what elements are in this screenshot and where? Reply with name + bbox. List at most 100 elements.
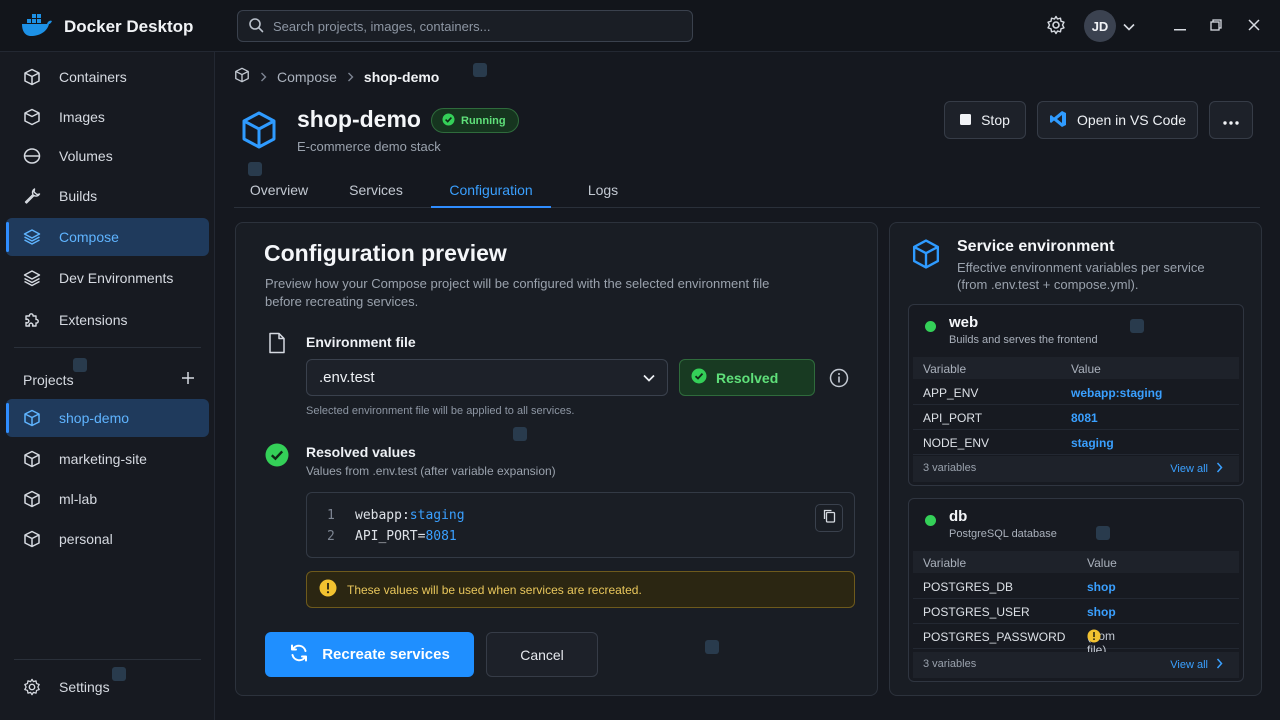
code-line: 1 webapp:staging	[327, 508, 465, 523]
settings-gear-button[interactable]	[1038, 8, 1074, 44]
docker-whale-icon	[20, 12, 54, 41]
project-label: personal	[59, 531, 113, 547]
sidebar-item-label: Compose	[59, 229, 119, 245]
sidebar-project-shop-demo[interactable]: shop-demo	[6, 399, 209, 437]
configuration-description: Preview how your Compose project will be…	[265, 276, 770, 309]
breadcrumb-compose-link[interactable]: Compose	[277, 69, 337, 85]
tab-configuration[interactable]: Configuration	[431, 176, 551, 208]
user-avatar[interactable]: JD	[1084, 10, 1116, 42]
sidebar-project-ml-lab[interactable]: ml-lab	[6, 480, 209, 518]
warning-icon[interactable]	[1087, 629, 1101, 646]
table-row: NODE_ENV staging	[913, 431, 1239, 455]
warning-icon	[319, 579, 337, 600]
project-label: marketing-site	[59, 451, 147, 467]
account-menu-button[interactable]	[1116, 8, 1142, 44]
search-box[interactable]	[237, 10, 693, 42]
watermark-mark	[248, 162, 262, 176]
table-row: POSTGRES_USER shop	[913, 600, 1239, 624]
image-layers-icon	[22, 107, 42, 127]
tab-overview[interactable]: Overview	[234, 176, 324, 208]
environment-file-hint: Selected environment file will be applie…	[306, 405, 575, 417]
sidebar-divider	[14, 659, 201, 660]
project-title: shop-demo	[297, 106, 421, 132]
cube-icon	[911, 238, 941, 273]
service-description: Builds and serves the frontend	[949, 334, 1098, 346]
code-line: 2 API_PORT=8081	[327, 529, 457, 544]
view-all-label: View all	[1170, 463, 1208, 475]
more-actions-button[interactable]	[1209, 101, 1253, 139]
sidebar-divider	[14, 347, 201, 348]
copy-button[interactable]	[815, 504, 843, 532]
chevron-down-icon	[1123, 18, 1135, 34]
sidebar-item-settings[interactable]: Settings	[6, 668, 209, 706]
title-bar: Docker Desktop JD	[0, 0, 1280, 52]
sidebar-item-extensions[interactable]: Extensions	[6, 301, 209, 339]
watermark-mark	[473, 63, 487, 77]
status-text: Running	[461, 114, 506, 127]
sidebar-item-label: Settings	[59, 679, 110, 695]
sidebar-item-images[interactable]: Images	[6, 98, 209, 136]
cube-icon	[22, 449, 42, 469]
service-description: PostgreSQL database	[949, 528, 1057, 540]
info-icon[interactable]	[829, 368, 849, 391]
variable-value: webapp:staging	[1071, 386, 1163, 400]
add-project-button[interactable]	[181, 371, 195, 388]
maximize-button[interactable]	[1200, 8, 1232, 44]
cube-icon	[22, 408, 42, 428]
column-value: Value	[1071, 362, 1101, 376]
tab-bar: Overview Services Configuration Logs	[234, 176, 1260, 208]
cancel-button[interactable]: Cancel	[486, 632, 598, 677]
sidebar-item-builds[interactable]: Builds	[6, 177, 209, 215]
variable-count: 3 variables	[923, 658, 977, 670]
view-all-link[interactable]: View all	[1170, 462, 1223, 476]
line-number: 1	[327, 508, 335, 523]
sidebar-item-containers[interactable]: Containers	[6, 58, 209, 96]
search-input[interactable]	[273, 18, 673, 34]
layers-icon	[22, 227, 42, 247]
gear-icon	[22, 677, 42, 697]
close-button[interactable]	[1232, 8, 1276, 44]
code-value: staging	[409, 508, 465, 523]
variable-name: POSTGRES_DB	[923, 580, 1014, 594]
variable-count: 3 variables	[923, 462, 977, 474]
table-row: POSTGRES_DB shop	[913, 575, 1239, 599]
tab-services[interactable]: Services	[338, 176, 414, 208]
environment-file-select[interactable]: .env.test	[306, 359, 668, 396]
sidebar-item-label: Extensions	[59, 312, 128, 328]
variable-name: APP_ENV	[923, 386, 979, 400]
line-number: 2	[327, 529, 335, 544]
project-cube-icon	[240, 110, 278, 153]
close-icon	[1248, 18, 1260, 34]
environment-file-label: Environment file	[306, 334, 416, 350]
variables-table-header: Variable Value	[913, 357, 1239, 379]
resolved-values-code: 1 webapp:staging 2 API_PORT=8081	[306, 492, 855, 558]
code-key: webapp:	[355, 508, 410, 523]
open-vscode-button[interactable]: Open in VS Code	[1037, 101, 1198, 139]
ellipsis-icon	[1223, 112, 1239, 128]
recreate-services-button[interactable]: Recreate services	[265, 632, 474, 677]
sidebar-item-dev-environments[interactable]: Dev Environments	[6, 259, 209, 297]
service-environment-title: Service environment	[957, 238, 1115, 255]
service-environment-subtitle: Effective environment variables per serv…	[957, 260, 1205, 292]
title-bar-actions: JD	[1038, 0, 1280, 52]
sidebar-project-marketing-site[interactable]: marketing-site	[6, 440, 209, 478]
watermark-mark	[1130, 319, 1144, 333]
status-badge: Running	[431, 108, 519, 133]
tab-logs[interactable]: Logs	[574, 176, 632, 208]
configuration-title: Configuration preview	[264, 240, 507, 266]
resolved-check-icon	[265, 443, 289, 470]
view-all-link[interactable]: View all	[1170, 658, 1223, 672]
cube-icon	[22, 67, 42, 87]
service-status-dot	[925, 321, 936, 332]
variable-name: API_PORT	[923, 411, 983, 425]
sidebar-project-personal[interactable]: personal	[6, 520, 209, 558]
stop-button[interactable]: Stop	[944, 101, 1026, 139]
sidebar-item-volumes[interactable]: Volumes	[6, 137, 209, 175]
minimize-button[interactable]	[1160, 8, 1200, 44]
variable-value: staging	[1071, 436, 1114, 450]
chevron-right-icon	[260, 69, 267, 85]
sidebar-item-compose[interactable]: Compose	[6, 218, 209, 256]
home-cube-icon[interactable]	[234, 67, 250, 86]
column-variable: Variable	[923, 362, 967, 376]
watermark-mark	[513, 427, 527, 441]
